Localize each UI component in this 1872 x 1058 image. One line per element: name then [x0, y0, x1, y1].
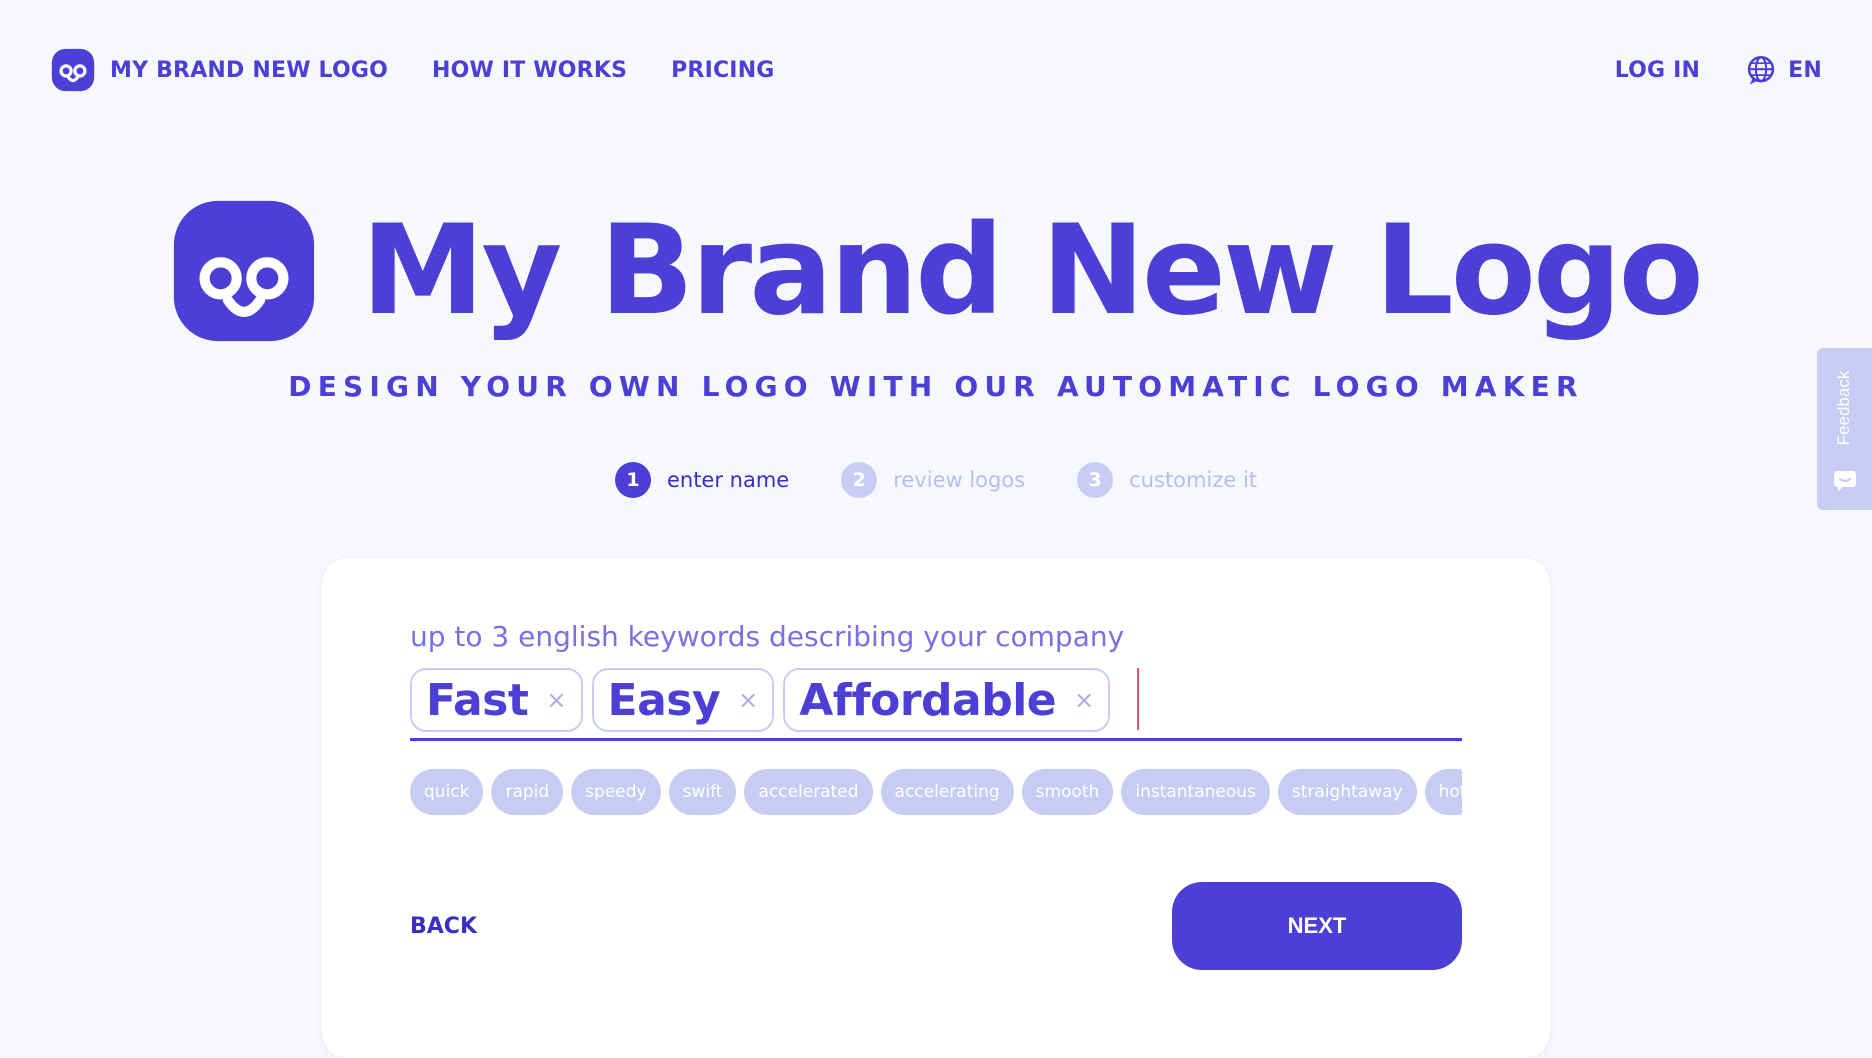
keyword-card: up to 3 english keywords describing your… — [322, 558, 1550, 1058]
nav-left: MY BRAND NEW LOGO HOW IT WORKS PRICING — [50, 47, 775, 93]
suggestion-chip[interactable]: straightaway — [1277, 769, 1417, 815]
progress-steps: 1 enter name 2 review logos 3 customize … — [0, 462, 1872, 498]
suggestion-chip[interactable]: accelerated — [744, 769, 873, 815]
suggestion-chip[interactable]: speedy — [571, 769, 661, 815]
monkey-face-icon — [174, 200, 315, 342]
nav-pricing[interactable]: PRICING — [671, 58, 774, 83]
remove-tag-icon[interactable]: × — [738, 686, 758, 714]
step-customize-it: 3 customize it — [1077, 462, 1257, 498]
suggestion-chip[interactable]: accelerating — [880, 769, 1014, 815]
keyword-tag: Fast × — [410, 668, 583, 732]
nav-how-it-works[interactable]: HOW IT WORKS — [432, 58, 627, 83]
step-enter-name: 1 enter name — [614, 462, 790, 498]
step-number: 3 — [1077, 462, 1114, 498]
suggestion-chip[interactable]: quick — [410, 769, 484, 815]
keyword-tag-text: Affordable — [799, 674, 1057, 726]
step-number: 1 — [614, 462, 651, 498]
keywords-input[interactable]: Fast × Easy × Affordable × — [410, 668, 1462, 741]
top-nav: MY BRAND NEW LOGO HOW IT WORKS PRICING L… — [50, 42, 1822, 98]
keywords-label: up to 3 english keywords describing your… — [410, 620, 1125, 653]
next-button[interactable]: NEXT — [1172, 882, 1462, 970]
tagline: DESIGN YOUR OWN LOGO WITH OUR AUTOMATIC … — [288, 370, 1584, 403]
language-selector[interactable]: EN — [1744, 53, 1822, 87]
suggestion-chip[interactable]: hot — [1424, 769, 1462, 815]
suggestion-list: quick rapid speedy swift accelerated acc… — [410, 768, 1462, 816]
step-label: enter name — [666, 468, 790, 492]
remove-tag-icon[interactable]: × — [546, 686, 566, 714]
step-label: review logos — [893, 468, 1026, 492]
suggestion-chip[interactable]: rapid — [491, 769, 564, 815]
text-caret — [1137, 668, 1140, 730]
feedback-tab[interactable]: Feedback — [1817, 348, 1872, 510]
hero: My Brand New Logo — [0, 198, 1872, 344]
keyword-tag-text: Easy — [607, 674, 721, 726]
globe-icon — [1747, 55, 1775, 85]
page-title: My Brand New Logo — [361, 199, 1704, 343]
language-label: EN — [1788, 57, 1822, 83]
monkey-face-icon — [51, 48, 95, 92]
keyword-tag: Easy × — [591, 668, 775, 732]
feedback-label: Feedback — [1834, 370, 1853, 446]
login-link[interactable]: LOG IN — [1615, 58, 1700, 83]
keyword-tag: Affordable × — [783, 668, 1111, 732]
step-label: customize it — [1129, 468, 1258, 492]
keyword-tag-text: Fast — [426, 674, 529, 726]
brand-name: MY BRAND NEW LOGO — [110, 57, 389, 83]
suggestion-chip[interactable]: swift — [668, 769, 737, 815]
suggestion-chip[interactable]: smooth — [1021, 769, 1114, 815]
step-review-logos: 2 review logos — [841, 462, 1025, 498]
back-button[interactable]: BACK — [410, 914, 477, 939]
step-number: 2 — [841, 462, 878, 498]
chat-bubble-icon — [1834, 471, 1856, 491]
nav-right: LOG IN EN — [1615, 53, 1822, 87]
suggestion-chip[interactable]: instantaneous — [1121, 769, 1270, 815]
remove-tag-icon[interactable]: × — [1074, 686, 1094, 714]
brand-link[interactable]: MY BRAND NEW LOGO — [50, 47, 388, 93]
